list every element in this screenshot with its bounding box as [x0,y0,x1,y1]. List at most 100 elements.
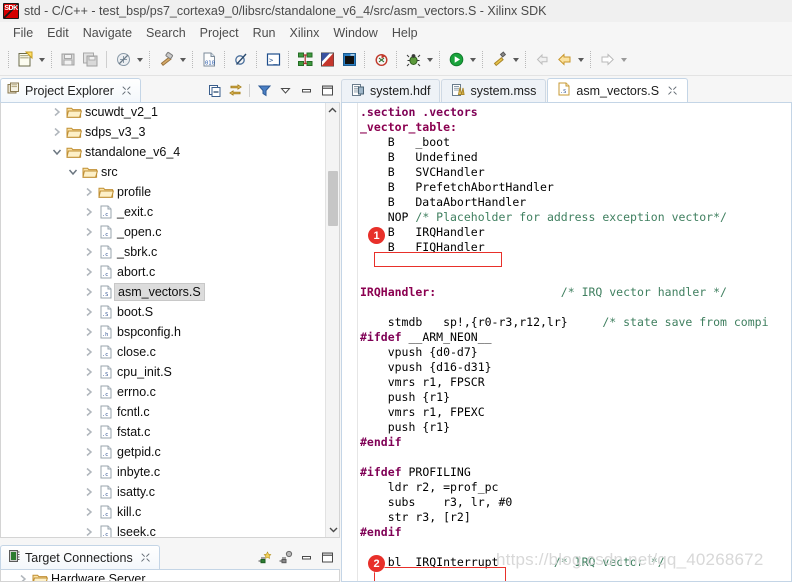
tree-item-cpu-init-s[interactable]: .S cpu_init.S [1,362,325,382]
chevron-right-icon[interactable] [81,524,97,537]
chevron-right-icon[interactable] [49,104,65,120]
tree-item-inbyte-c[interactable]: .c inbyte.c [1,462,325,482]
target-connections-tree[interactable]: Hardware Server [1,570,325,581]
editor-tab-asm-vectors-s[interactable]: .S asm_vectors.S [547,78,689,102]
chevron-right-icon[interactable] [81,364,97,380]
chevron-right-icon[interactable] [81,324,97,340]
hls-icon[interactable] [316,49,338,71]
tree-item-isatty-c[interactable]: .c isatty.c [1,482,325,502]
chevron-right-icon[interactable] [81,404,97,420]
chevron-right-icon[interactable] [81,504,97,520]
project-tree-scrollbar[interactable] [325,103,339,537]
tree-item-standalone-v6-4[interactable]: standalone_v6_4 [1,142,325,162]
tree-item-src[interactable]: src [1,162,325,182]
collapse-all-icon[interactable] [205,81,223,99]
editor-tab-system-mss[interactable]: system.mss [441,79,547,102]
tree-item-lseek-c[interactable]: .c lseek.c [1,522,325,537]
tree-item-kill-c[interactable]: .c kill.c [1,502,325,522]
maximize-icon[interactable] [318,81,336,99]
close-icon[interactable] [667,85,678,96]
run-icon[interactable] [445,49,467,71]
menu-file[interactable]: File [6,24,40,42]
chevron-right-icon[interactable] [81,384,97,400]
tree-item-scuwdt-v2-1[interactable]: scuwdt_v2_1 [1,103,325,122]
hammer-dropdown-icon[interactable] [177,49,188,71]
chevron-right-icon[interactable] [81,464,97,480]
tree-item-sdps-v3-3[interactable]: sdps_v3_3 [1,122,325,142]
hammer-build-icon[interactable] [155,49,177,71]
chevron-right-icon[interactable] [81,184,97,200]
tree-item-bspconfig-h[interactable]: .h bspconfig.h [1,322,325,342]
block-design-icon[interactable] [294,49,316,71]
chevron-right-icon[interactable] [81,484,97,500]
tree-item-getpid-c[interactable]: .c getpid.c [1,442,325,462]
chevron-right-icon[interactable] [81,304,97,320]
minimize-icon[interactable] [297,548,315,566]
menu-edit[interactable]: Edit [40,24,76,42]
tree-item--exit-c[interactable]: .c _exit.c [1,202,325,222]
new-dropdown-icon[interactable] [36,49,47,71]
run-dropdown-icon[interactable] [467,49,478,71]
close-icon[interactable] [140,552,151,563]
scrollbar-thumb[interactable] [328,171,338,226]
chevron-right-icon[interactable] [81,344,97,360]
program-flash-icon[interactable] [370,49,392,71]
tree-item-fstat-c[interactable]: .c fstat.c [1,422,325,442]
binary-file-icon[interactable]: 010 [198,49,220,71]
previous-dropdown-icon[interactable] [575,49,586,71]
project-tree[interactable]: scuwdt_v2_1 sdps_v3_3 standalone_v6_4 src pr… [1,103,325,537]
menu-search[interactable]: Search [139,24,193,42]
source-code[interactable]: .section .vectors _vector_table: B _boot … [360,105,791,581]
debug-bug-icon[interactable] [402,49,424,71]
scroll-up-icon[interactable] [326,103,339,118]
tree-item-boot-s[interactable]: .S boot.S [1,302,325,322]
view-menu-icon[interactable] [276,81,294,99]
menu-window[interactable]: Window [326,24,384,42]
build-icon[interactable] [112,49,134,71]
new-target-icon[interactable] [255,548,273,566]
next-annotation-icon[interactable] [596,49,618,71]
chevron-down-icon[interactable] [65,164,81,180]
tree-item-close-c[interactable]: .c close.c [1,342,325,362]
external-tools-icon[interactable] [488,49,510,71]
tree-item-fcntl-c[interactable]: .c fcntl.c [1,402,325,422]
close-icon[interactable] [121,85,132,96]
previous-annotation-icon[interactable] [553,49,575,71]
tab-target-connections[interactable]: Target Connections [0,544,160,570]
editor-body[interactable]: .section .vectors _vector_table: B _boot … [341,102,792,582]
tree-item-asm-vectors-s[interactable]: .S asm_vectors.S [1,282,325,302]
target-tree-item[interactable]: Hardware Server [1,570,325,581]
new-icon[interactable] [14,49,36,71]
menu-help[interactable]: Help [385,24,425,42]
tree-item--open-c[interactable]: .c _open.c [1,222,325,242]
menu-project[interactable]: Project [193,24,246,42]
external-tools-dropdown-icon[interactable] [510,49,521,71]
tree-item-profile[interactable]: profile [1,182,325,202]
save-icon[interactable] [57,49,79,71]
save-all-icon[interactable] [79,49,101,71]
maximize-icon[interactable] [318,548,336,566]
terminal-icon[interactable]: >_ [262,49,284,71]
chevron-right-icon[interactable] [81,424,97,440]
chevron-right-icon[interactable] [15,571,31,581]
chevron-right-icon[interactable] [81,224,97,240]
link-with-editor-icon[interactable] [226,81,244,99]
chevron-right-icon[interactable] [81,264,97,280]
skip-breakpoints-icon[interactable] [230,49,252,71]
editor-gutter[interactable] [342,103,358,581]
chevron-right-icon[interactable] [49,124,65,140]
chevron-right-icon[interactable] [81,444,97,460]
edit-target-icon[interactable] [276,548,294,566]
tree-item--sbrk-c[interactable]: .c _sbrk.c [1,242,325,262]
tab-project-explorer[interactable]: Project Explorer [0,77,141,103]
tree-item-abort-c[interactable]: .c abort.c [1,262,325,282]
editor-tab-system-hdf[interactable]: system.hdf [341,79,441,102]
next-dropdown-icon[interactable] [618,49,629,71]
chevron-right-icon[interactable] [81,244,97,260]
debug-dropdown-icon[interactable] [424,49,435,71]
sdk-terminal-icon[interactable] [338,49,360,71]
menu-xilinx[interactable]: Xilinx [283,24,327,42]
build-dropdown-icon[interactable] [134,49,145,71]
chevron-right-icon[interactable] [81,284,97,300]
scroll-down-icon[interactable] [326,522,339,537]
